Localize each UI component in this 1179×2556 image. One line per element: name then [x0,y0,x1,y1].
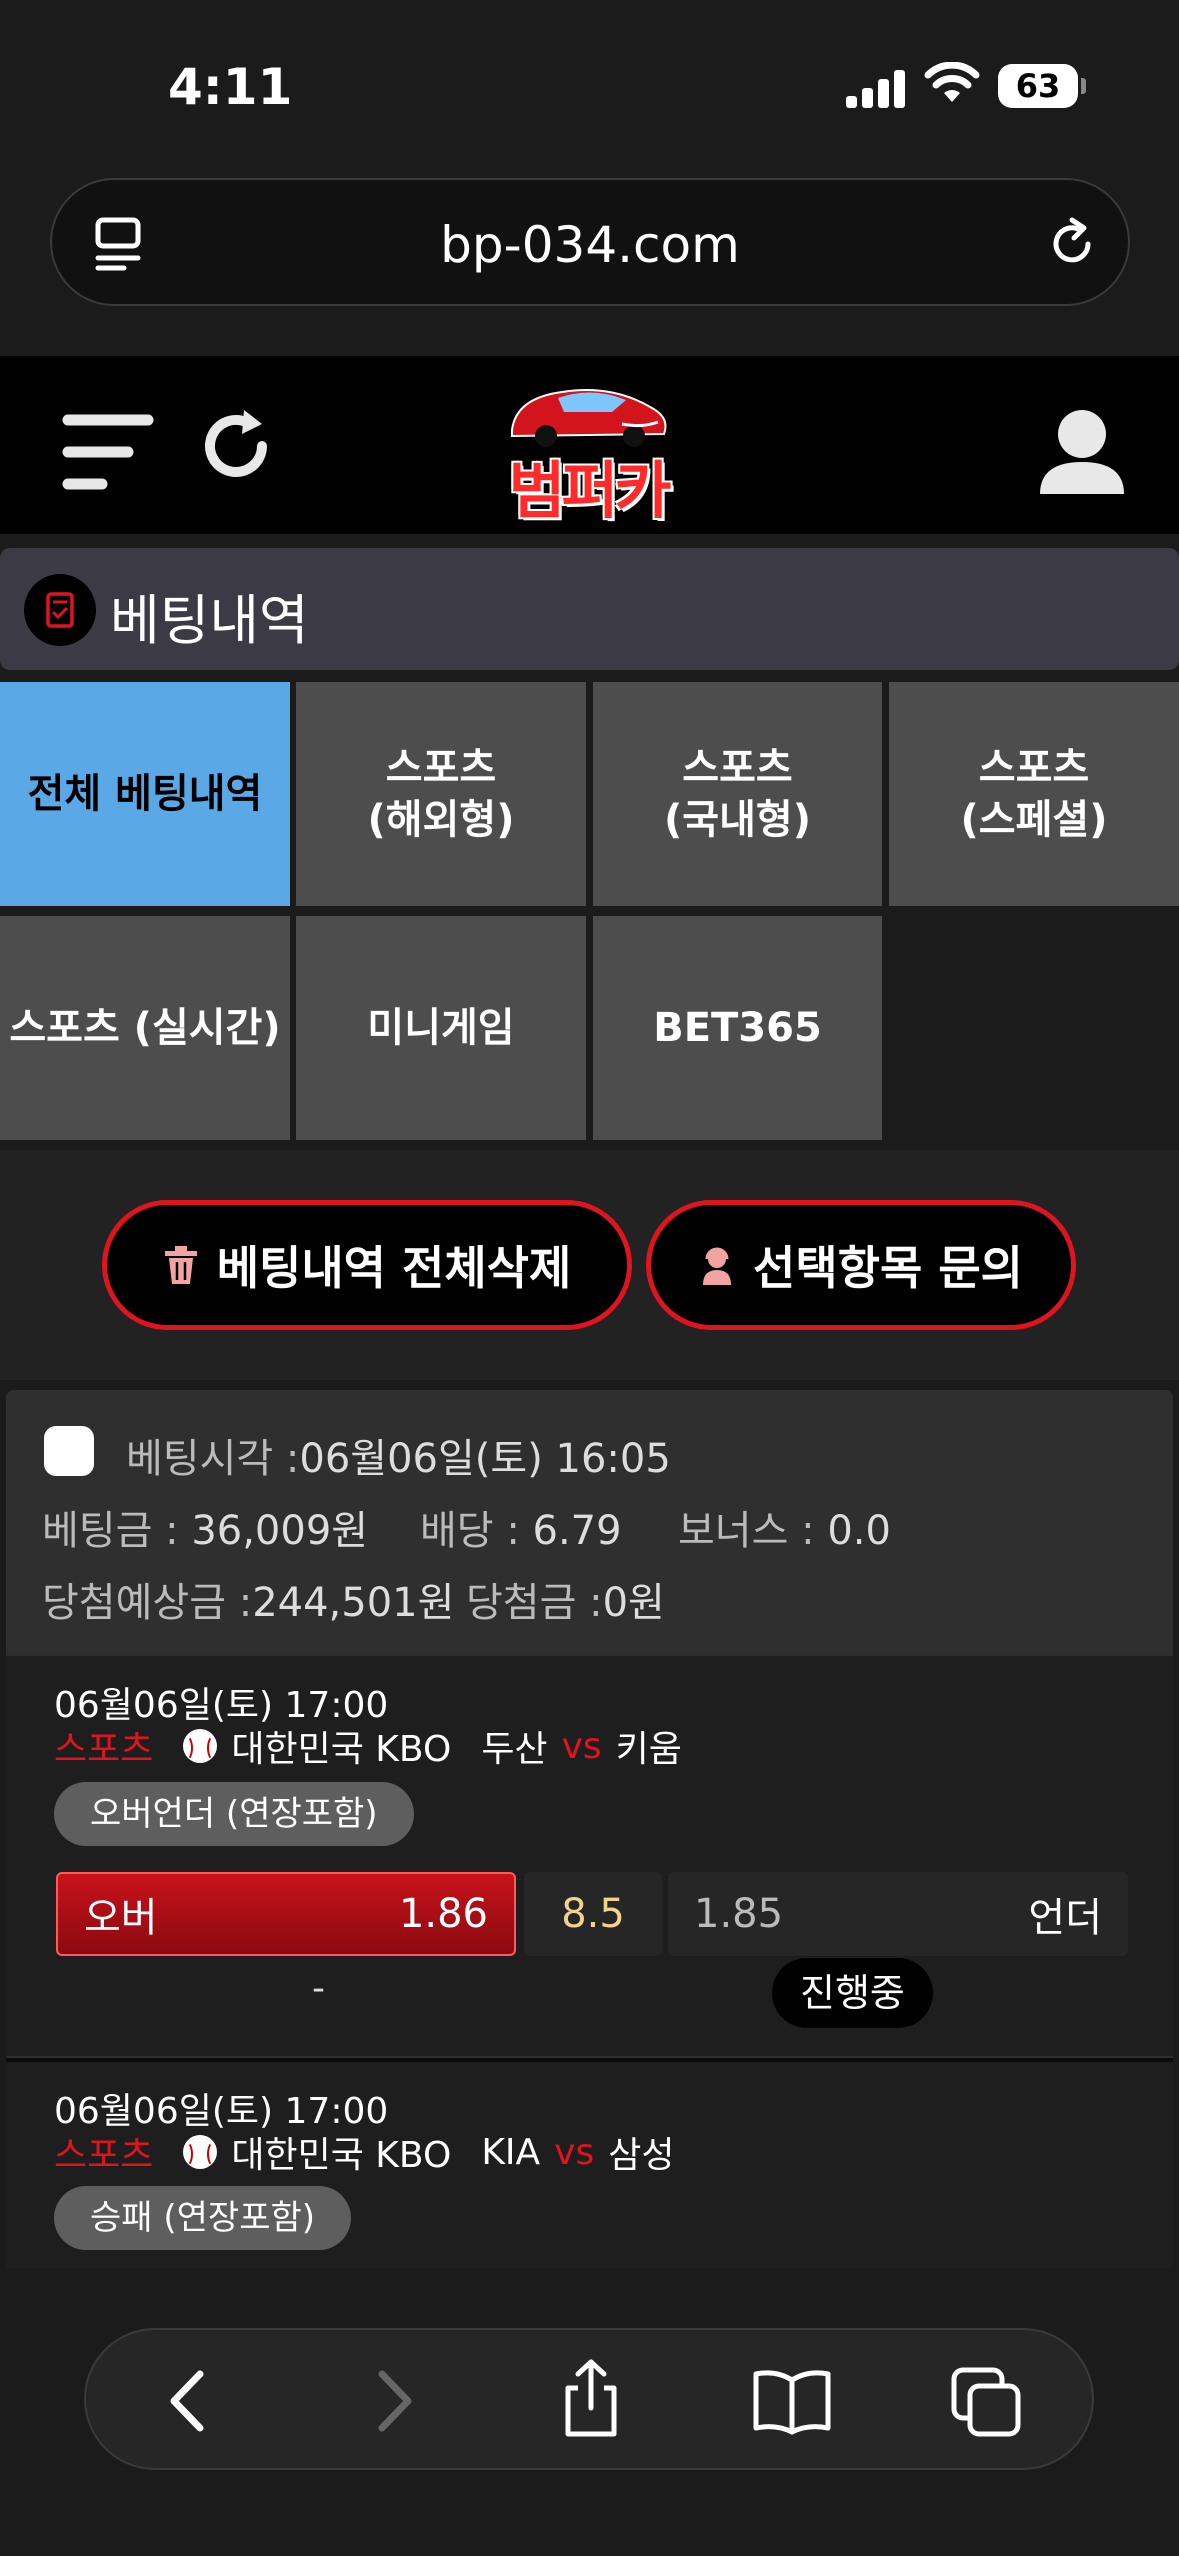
support-agent-icon [703,1247,732,1285]
refresh-icon[interactable] [196,406,276,486]
url-text: bp-034.com [440,216,740,274]
cellular-signal-icon [846,68,906,108]
toolbar-pill [84,2328,1094,2470]
bookmarks-icon[interactable] [750,2366,834,2436]
away-team: 삼성 [608,2135,675,2176]
expected-win-value: 244,501원 [252,1580,455,1626]
handicap-line: 8.5 [524,1872,662,1956]
market-badge: 승패 (연장포함) [54,2186,352,2250]
home-team: KIA [481,2131,541,2173]
tab-sports-domestic[interactable]: 스포츠 (국내형) [593,682,882,906]
address-bar[interactable]: bp-034.com [50,178,1130,306]
wifi-icon [924,62,980,102]
bet-time: 베팅시각 :06월06일(토) 16:05 [126,1426,671,1484]
bet-select-checkbox[interactable] [44,1426,94,1476]
over-odds-selected[interactable]: 오버 1.86 [56,1872,516,1956]
league-name: 대한민국 KBO [231,1729,452,1770]
game-row: 06월06일(토) 17:00 스포츠 대한민국 KBO 두산 vs 키움 오버… [6,1656,1173,2056]
bet-amount-value: 36,009원 [191,1508,369,1554]
trash-icon [164,1246,197,1284]
game-info: 스포츠 대한민국 KBO KIA vs 삼성 [54,2126,674,2178]
bet-time-label: 베팅시각 : [126,1436,300,1482]
bet-bonus-label: 보너스 : [678,1508,815,1554]
bet-summary: 베팅시각 :06월06일(토) 16:05 베팅금 : 36,009원 배당 :… [6,1390,1173,1652]
tab-sports-live[interactable]: 스포츠 (실시간) [0,916,290,1140]
vs-label: vs [554,2131,595,2173]
bet-slip-icon [24,574,96,646]
win-amount-value: 0원 [602,1580,665,1626]
site-logo[interactable]: 범퍼카 [492,378,684,527]
forward-icon[interactable] [356,2366,426,2436]
status-time: 4:11 [168,58,293,116]
tab-all-bets[interactable]: 전체 베팅내역 [0,682,290,906]
delete-all-label: 베팅내역 전체삭제 [216,1241,572,1295]
game-info: 스포츠 대한민국 KBO 두산 vs 키움 [54,1720,682,1772]
bet-time-value: 06월06일(토) 16:05 [299,1436,671,1482]
tab-sports-special[interactable]: 스포츠 (스페셜) [889,682,1179,906]
site-header: 범퍼카 [0,356,1179,534]
bet-odds-label: 배당 : [420,1508,520,1554]
tab-sports-overseas[interactable]: 스포츠 (해외형) [296,682,586,906]
page-title: 베팅내역 [110,589,309,652]
under-odds-value: 1.85 [694,1891,784,1937]
browser-toolbar [0,2268,1179,2556]
section-header: 베팅내역 [0,548,1179,670]
bet-odds: 배당 : 6.79 [420,1498,622,1556]
battery-indicator: 63 [998,64,1086,108]
baseball-icon [183,1729,218,1763]
over-odds: 1.86 [398,1891,488,1937]
tab-bet365[interactable]: BET365 [593,916,882,1140]
tab-minigame[interactable]: 미니게임 [296,916,586,1140]
home-team: 두산 [481,1729,548,1770]
market-badge: 오버언더 (연장포함) [54,1782,414,1846]
bet-bonus-value: 0.0 [827,1508,891,1554]
vs-label: vs [561,1725,602,1767]
actions-bar: 베팅내역 전체삭제 선택항목 문의 [0,1150,1179,1380]
status-bar: 4:11 63 [0,0,1179,170]
bet-expected-win: 당첨예상금 :244,501원 [42,1570,454,1628]
sport-tag: 스포츠 [54,1729,154,1770]
reload-icon[interactable] [1044,216,1100,272]
bet-odds-value: 6.79 [532,1508,622,1554]
tabs-icon[interactable] [950,2366,1024,2440]
sport-tag: 스포츠 [54,2135,154,2176]
under-odds[interactable]: 1.85 언더 [668,1872,1128,1956]
baseball-icon [183,2135,218,2169]
car-mascot-icon [511,389,667,447]
bet-amount: 베팅금 : 36,009원 [42,1498,368,1556]
inquiry-button[interactable]: 선택항목 문의 [646,1200,1076,1330]
win-amount-label: 당첨금 : [466,1580,603,1626]
expected-win-label: 당첨예상금 : [42,1580,253,1626]
back-icon[interactable] [156,2366,226,2436]
delete-all-button[interactable]: 베팅내역 전체삭제 [102,1200,632,1330]
bet-bonus: 보너스 : 0.0 [678,1498,891,1556]
user-account-icon[interactable] [1036,406,1128,498]
bet-amount-label: 베팅금 : [42,1508,179,1554]
status-badge: 진행중 [772,1958,933,2028]
bet-record-card: 베팅시각 :06월06일(토) 16:05 베팅금 : 36,009원 배당 :… [6,1390,1173,2270]
hamburger-menu-icon[interactable] [62,412,154,492]
bet-win-amount: 당첨금 :0원 [466,1570,665,1628]
away-team: 키움 [615,1729,682,1770]
logo-text: 범퍼카 [508,454,671,527]
league-name: 대한민국 KBO [231,2135,452,2176]
under-label: 언더 [1028,1895,1102,1941]
over-label: 오버 [84,1895,158,1941]
inquiry-label: 선택항목 문의 [753,1241,1023,1295]
game-row: 06월06일(토) 17:00 스포츠 대한민국 KBO KIA vs 삼성 승… [6,2062,1173,2270]
share-icon[interactable] [556,2358,626,2438]
game-score: - [312,1968,325,2009]
